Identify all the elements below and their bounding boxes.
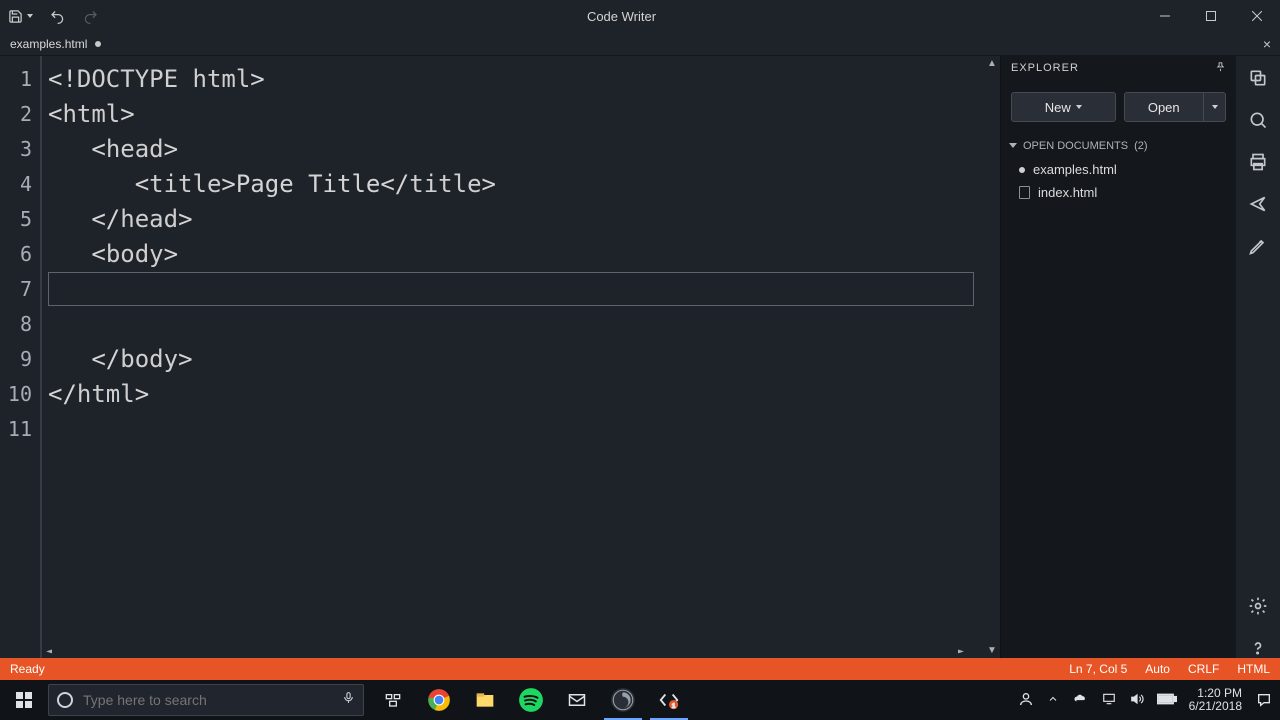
- gutter: 1234567891011: [0, 56, 40, 658]
- people-icon[interactable]: [1017, 691, 1035, 710]
- new-button[interactable]: New: [1011, 92, 1116, 122]
- vertical-scrollbar[interactable]: ▲ ▼: [984, 56, 1000, 658]
- redo-icon[interactable]: [81, 9, 101, 24]
- chevron-down-icon: [1009, 143, 1017, 148]
- title-bar: Code Writer: [0, 0, 1280, 32]
- app-title: Code Writer: [101, 9, 1142, 24]
- minimize-button[interactable]: [1142, 0, 1188, 32]
- doc-name: index.html: [1038, 185, 1097, 200]
- code-writer-icon[interactable]: 1: [646, 680, 692, 720]
- cortana-icon: [57, 692, 73, 708]
- mail-icon[interactable]: [554, 680, 600, 720]
- taskbar: 1 1:20 PM 6/21/2018: [0, 680, 1280, 720]
- search-input[interactable]: [83, 692, 332, 708]
- status-bar: Ready Ln 7, Col 5 Auto CRLF HTML: [0, 658, 1280, 680]
- open-dropdown-button[interactable]: [1204, 92, 1226, 122]
- open-button[interactable]: Open: [1124, 92, 1205, 122]
- onedrive-icon[interactable]: [1071, 692, 1089, 709]
- doc-item[interactable]: index.html: [1001, 181, 1236, 204]
- tray-chevron-icon[interactable]: [1047, 693, 1059, 708]
- pin-icon[interactable]: [1215, 60, 1226, 76]
- horizontal-scrollbar[interactable]: ◄►: [42, 644, 968, 658]
- encoding-mode[interactable]: Auto: [1145, 662, 1170, 676]
- open-documents-header[interactable]: OPEN DOCUMENTS (2): [1001, 134, 1236, 158]
- undo-icon[interactable]: [47, 9, 67, 24]
- tab-examples[interactable]: examples.html: [0, 32, 111, 55]
- explorer-panel: EXPLORER New Open OPEN DOCUMENTS (2) exa…: [1000, 56, 1236, 658]
- code-area[interactable]: <!DOCTYPE html> <html> <head> <title>Pag…: [40, 56, 984, 658]
- icon-rail: [1236, 56, 1280, 658]
- doc-item[interactable]: examples.html: [1001, 158, 1236, 181]
- clock[interactable]: 1:20 PM 6/21/2018: [1189, 687, 1242, 713]
- copy-icon[interactable]: [1248, 68, 1268, 88]
- explorer-title: EXPLORER: [1011, 62, 1079, 74]
- volume-icon[interactable]: [1129, 692, 1145, 709]
- start-button[interactable]: [0, 680, 48, 720]
- editor[interactable]: 1234567891011 <!DOCTYPE html> <html> <he…: [0, 56, 1000, 658]
- share-icon[interactable]: [1248, 194, 1268, 214]
- language-mode[interactable]: HTML: [1237, 662, 1270, 676]
- eol-mode[interactable]: CRLF: [1188, 662, 1219, 676]
- dirty-indicator-icon: [95, 41, 101, 47]
- help-icon[interactable]: [1248, 638, 1268, 658]
- tab-strip: examples.html ×: [0, 32, 1280, 56]
- close-button[interactable]: [1234, 0, 1280, 32]
- task-view-icon[interactable]: [370, 680, 416, 720]
- spotify-icon[interactable]: [508, 680, 554, 720]
- network-icon[interactable]: [1101, 692, 1117, 709]
- save-icon[interactable]: [8, 9, 33, 24]
- doc-name: examples.html: [1033, 162, 1117, 177]
- maximize-button[interactable]: [1188, 0, 1234, 32]
- taskbar-search[interactable]: [48, 684, 364, 716]
- tab-close-icon[interactable]: ×: [1258, 36, 1276, 52]
- search-icon[interactable]: [1248, 110, 1268, 130]
- obs-icon[interactable]: [600, 680, 646, 720]
- file-icon: [1019, 186, 1030, 199]
- tab-label: examples.html: [10, 37, 87, 51]
- edit-icon[interactable]: [1248, 236, 1268, 256]
- cursor-position[interactable]: Ln 7, Col 5: [1069, 662, 1127, 676]
- battery-icon[interactable]: [1157, 693, 1177, 708]
- print-icon[interactable]: [1248, 152, 1268, 172]
- mic-icon[interactable]: [342, 689, 355, 711]
- file-explorer-icon[interactable]: [462, 680, 508, 720]
- notifications-icon[interactable]: [1254, 692, 1274, 708]
- chrome-icon[interactable]: [416, 680, 462, 720]
- status-text: Ready: [10, 662, 45, 676]
- settings-icon[interactable]: [1248, 596, 1268, 616]
- svg-text:1: 1: [672, 702, 675, 709]
- dirty-indicator-icon: [1019, 167, 1025, 173]
